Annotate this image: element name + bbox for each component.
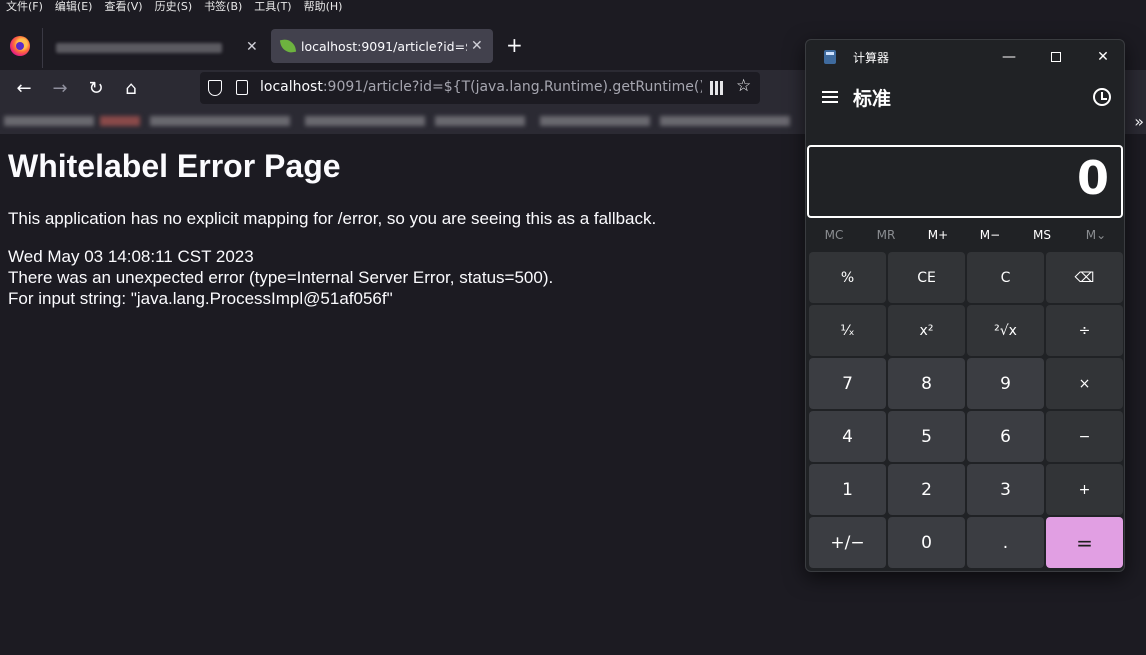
history-icon[interactable] xyxy=(1093,88,1111,106)
square-root-button[interactable]: ²√x xyxy=(967,305,1044,356)
maximize-button[interactable] xyxy=(1041,46,1071,68)
digit-0-button[interactable]: 0 xyxy=(888,517,965,568)
divide-button[interactable]: ÷ xyxy=(1046,305,1123,356)
percent-button[interactable]: % xyxy=(809,252,886,303)
decimal-button[interactable]: . xyxy=(967,517,1044,568)
menu-file[interactable]: 文件(F) xyxy=(6,1,43,13)
new-tab-button[interactable]: + xyxy=(506,35,523,55)
blurred-tab-title xyxy=(56,43,222,53)
menu-tools[interactable]: 工具(T) xyxy=(254,1,291,13)
tab-active[interactable]: localhost:9091/article?id=${T(java ✕ xyxy=(271,29,493,63)
error-detail: For input string: "java.lang.ProcessImpl… xyxy=(8,289,393,308)
home-icon[interactable]: ⌂ xyxy=(120,78,142,100)
forward-icon[interactable]: → xyxy=(49,78,71,100)
digit-4-button[interactable]: 4 xyxy=(809,411,886,462)
equals-button[interactable]: = xyxy=(1046,517,1123,568)
digit-8-button[interactable]: 8 xyxy=(888,358,965,409)
calculator-mode-title: 标准 xyxy=(853,88,892,110)
add-button[interactable]: + xyxy=(1046,464,1123,515)
bookmark-star-icon[interactable]: ☆ xyxy=(736,76,751,96)
digit-7-button[interactable]: 7 xyxy=(809,358,886,409)
page-title: Whitelabel Error Page xyxy=(8,148,341,184)
blurred-bookmark[interactable] xyxy=(305,116,425,126)
error-details: Wed May 03 14:08:11 CST 2023 There was a… xyxy=(8,246,553,309)
menu-bookmarks[interactable]: 书签(B) xyxy=(204,1,242,13)
calculator-app-icon xyxy=(824,50,836,64)
blurred-bookmark[interactable] xyxy=(100,116,140,126)
firefox-icon[interactable] xyxy=(10,36,30,56)
menu-history[interactable]: 历史(S) xyxy=(155,1,193,13)
spring-leaf-icon xyxy=(279,37,297,55)
digit-9-button[interactable]: 9 xyxy=(967,358,1044,409)
menu-help[interactable]: 帮助(H) xyxy=(304,1,343,13)
page-info-icon[interactable] xyxy=(236,80,248,95)
url-bar[interactable]: localhost:9091/article?id=${T(java.lang.… xyxy=(200,72,760,104)
tab-close-icon[interactable]: ✕ xyxy=(471,39,483,53)
subtract-button[interactable]: − xyxy=(1046,411,1123,462)
tab-divider xyxy=(42,28,43,68)
blurred-bookmark[interactable] xyxy=(435,116,525,126)
memory-add-button[interactable]: M+ xyxy=(918,228,958,242)
memory-recall-button[interactable]: MR xyxy=(866,228,906,242)
memory-store-button[interactable]: MS xyxy=(1022,228,1062,242)
error-timestamp: Wed May 03 14:08:11 CST 2023 xyxy=(8,247,254,266)
page-intro: This application has no explicit mapping… xyxy=(8,209,657,228)
memory-clear-button[interactable]: MC xyxy=(814,228,854,242)
reload-icon[interactable]: ↻ xyxy=(85,78,107,100)
negate-button[interactable]: +/− xyxy=(809,517,886,568)
calculator-title: 计算器 xyxy=(853,51,890,65)
url-path: :9091/article?id=${T(java.lang.Runtime).… xyxy=(322,79,702,95)
tab-blurred[interactable]: ✕ xyxy=(46,32,266,62)
bookmarks-overflow-icon[interactable]: » xyxy=(1134,112,1144,131)
blurred-bookmark[interactable] xyxy=(540,116,650,126)
clear-entry-button[interactable]: CE xyxy=(888,252,965,303)
blurred-bookmark[interactable] xyxy=(660,116,790,126)
backspace-button[interactable]: ⌫ xyxy=(1046,252,1123,303)
menu-hamburger-icon[interactable] xyxy=(822,91,838,103)
minimize-button[interactable]: — xyxy=(994,46,1024,68)
tab-close-icon[interactable]: ✕ xyxy=(246,40,258,54)
close-button[interactable]: ✕ xyxy=(1088,46,1118,68)
memory-row: MC MR M+ M− MS M⌄ xyxy=(806,224,1124,248)
error-message: There was an unexpected error (type=Inte… xyxy=(8,268,554,287)
menu-edit[interactable]: 编辑(E) xyxy=(55,1,93,13)
url-host: localhost xyxy=(260,79,323,95)
clear-button[interactable]: C xyxy=(967,252,1044,303)
square-button[interactable]: x² xyxy=(888,305,965,356)
reciprocal-button[interactable]: ¹⁄ₓ xyxy=(809,305,886,356)
menu-view[interactable]: 查看(V) xyxy=(104,1,142,13)
active-tab-title: localhost:9091/article?id=${T(java xyxy=(301,39,467,54)
maximize-icon xyxy=(1051,52,1061,62)
multiply-button[interactable]: × xyxy=(1046,358,1123,409)
memory-subtract-button[interactable]: M− xyxy=(970,228,1010,242)
blurred-bookmark[interactable] xyxy=(150,116,290,126)
shield-icon[interactable] xyxy=(208,80,222,96)
blurred-bookmark[interactable] xyxy=(4,116,94,126)
digit-6-button[interactable]: 6 xyxy=(967,411,1044,462)
display-value: 0 xyxy=(1076,151,1109,205)
digit-2-button[interactable]: 2 xyxy=(888,464,965,515)
qr-code-icon[interactable] xyxy=(710,81,724,95)
digit-3-button[interactable]: 3 xyxy=(967,464,1044,515)
calculator-display: 0 xyxy=(807,145,1123,218)
url-text[interactable]: localhost:9091/article?id=${T(java.lang.… xyxy=(260,79,702,95)
digit-1-button[interactable]: 1 xyxy=(809,464,886,515)
calculator-titlebar[interactable]: 计算器 — ✕ xyxy=(806,40,1124,74)
memory-list-button[interactable]: M⌄ xyxy=(1076,228,1116,242)
calculator-window[interactable]: 计算器 — ✕ 标准 0 MC MR M+ M− MS M⌄ % CE C ⌫ ¹⁄ₓ x² ²√x ÷… xyxy=(805,39,1125,572)
digit-5-button[interactable]: 5 xyxy=(888,411,965,462)
menu-bar: 文件(F) 编辑(E) 查看(V) 历史(S) 书签(B) 工具(T) 帮助(H… xyxy=(0,0,1146,14)
back-icon[interactable]: ← xyxy=(13,78,35,100)
